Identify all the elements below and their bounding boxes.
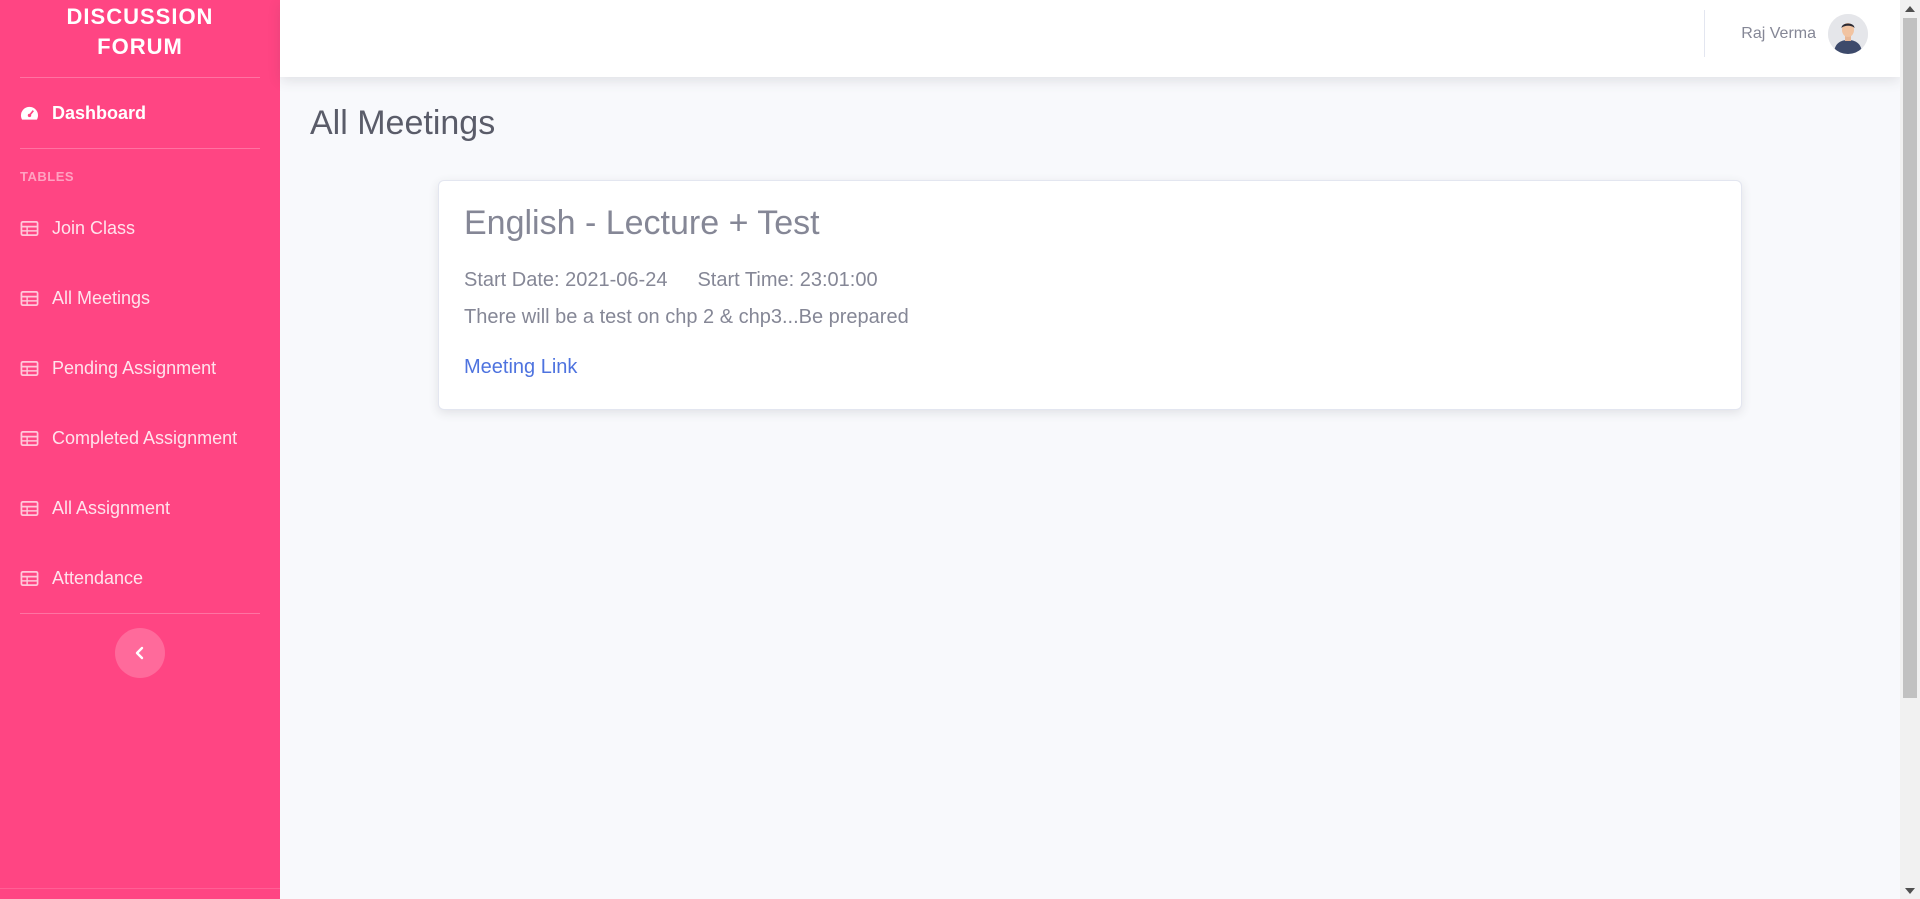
- sidebar-item-completed-assignment[interactable]: Completed Assignment: [0, 403, 280, 473]
- meeting-description: There will be a test on chp 2 & chp3...B…: [464, 306, 909, 328]
- brand-line-1: DISCUSSION: [66, 4, 214, 29]
- sidebar-item-label: All Assignment: [52, 497, 171, 518]
- scroll-up-arrow-icon[interactable]: [1900, 0, 1920, 17]
- topbar-divider: [1704, 10, 1705, 57]
- sidebar-item-attendance[interactable]: Attendance: [0, 543, 280, 613]
- meeting-start-date: Start Date: 2021-06-24: [464, 269, 668, 291]
- chevron-left-icon: [135, 646, 144, 660]
- meeting-title: English - Lecture + Test: [464, 204, 820, 242]
- meeting-start-time: Start Time: 23:01:00: [697, 269, 878, 291]
- sidebar-item-pending-assignment[interactable]: Pending Assignment: [0, 333, 280, 403]
- sidebar-toggle-button[interactable]: [115, 628, 165, 678]
- sidebar-item-label: Dashboard: [52, 102, 147, 123]
- table-icon: [20, 500, 39, 516]
- sidebar: DISCUSSION FORUM Dashboard TABLES Join C…: [0, 0, 280, 899]
- sidebar-item-all-assignment[interactable]: All Assignment: [0, 473, 280, 543]
- scrollbar-thumb[interactable]: [1903, 18, 1917, 698]
- sidebar-brand[interactable]: DISCUSSION FORUM: [0, 0, 280, 77]
- page-title: All Meetings: [310, 104, 496, 142]
- brand-line-2: FORUM: [97, 34, 183, 59]
- sidebar-bottom-divider: [0, 888, 280, 889]
- topbar: Raj Verma: [280, 0, 1900, 77]
- tachometer-icon: [20, 106, 39, 120]
- sidebar-item-dashboard[interactable]: Dashboard: [0, 78, 280, 148]
- sidebar-heading-tables: TABLES: [20, 169, 75, 184]
- meeting-link[interactable]: Meeting Link: [464, 356, 577, 379]
- sidebar-item-all-meetings[interactable]: All Meetings: [0, 263, 280, 333]
- scroll-down-arrow-icon[interactable]: [1900, 882, 1920, 899]
- sidebar-item-label: Attendance: [52, 567, 144, 588]
- meeting-meta: Start Date: 2021-06-24 Start Time: 23:01:…: [464, 269, 878, 292]
- user-name: Raj Verma: [1741, 25, 1816, 42]
- sidebar-divider: [20, 613, 260, 614]
- table-icon: [20, 290, 39, 306]
- avatar: [1828, 14, 1868, 54]
- vertical-scrollbar[interactable]: [1900, 0, 1920, 899]
- user-menu[interactable]: Raj Verma: [1741, 14, 1868, 54]
- meeting-card: English - Lecture + Test Start Date: 202…: [438, 180, 1742, 410]
- user-avatar-icon: [1828, 14, 1868, 54]
- sidebar-item-label: Completed Assignment: [52, 427, 238, 448]
- sidebar-item-label: All Meetings: [52, 287, 151, 308]
- table-icon: [20, 220, 39, 236]
- sidebar-item-join-class[interactable]: Join Class: [0, 193, 280, 263]
- sidebar-item-label: Pending Assignment: [52, 357, 217, 378]
- table-icon: [20, 570, 39, 586]
- table-icon: [20, 430, 39, 446]
- table-icon: [20, 360, 39, 376]
- sidebar-item-label: Join Class: [52, 217, 136, 238]
